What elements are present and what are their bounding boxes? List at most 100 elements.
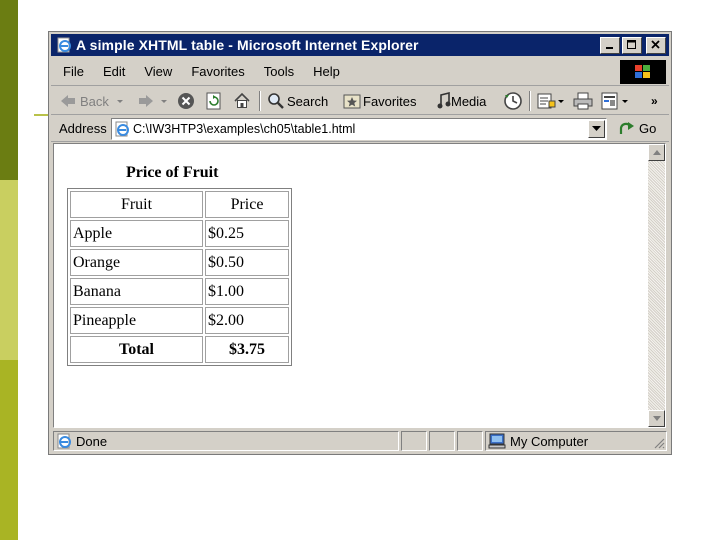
standard-toolbar: Back Search Favorites Media » xyxy=(51,87,669,115)
chevron-down-icon xyxy=(622,100,628,103)
mail-button[interactable] xyxy=(537,91,565,111)
address-bar: Address C:\IW3HTP3\examples\ch05\table1.… xyxy=(51,116,669,142)
go-arrow-icon xyxy=(619,122,634,134)
address-value: C:\IW3HTP3\examples\ch05\table1.html xyxy=(133,122,356,136)
edit-button[interactable] xyxy=(601,91,629,111)
total-label: Total xyxy=(70,336,203,363)
status-text: Done xyxy=(76,433,108,449)
menu-tools[interactable]: Tools xyxy=(264,64,294,79)
forward-button[interactable] xyxy=(137,91,169,111)
toolbar-separator xyxy=(259,91,261,111)
mail-icon xyxy=(537,93,556,109)
arrow-up-icon xyxy=(652,150,661,155)
favorites-button[interactable]: Favorites xyxy=(343,91,416,111)
home-icon xyxy=(234,92,250,108)
scroll-up-button[interactable] xyxy=(648,144,665,161)
print-icon xyxy=(573,92,593,110)
refresh-icon xyxy=(206,92,221,110)
menu-file[interactable]: File xyxy=(63,64,84,79)
price-cell: $0.25 xyxy=(205,220,289,247)
minimize-button[interactable] xyxy=(600,36,620,54)
forward-arrow-icon xyxy=(139,95,153,107)
stop-button[interactable] xyxy=(177,91,195,111)
chevron-down-icon xyxy=(592,126,601,131)
print-button[interactable] xyxy=(573,91,593,111)
minimize-icon xyxy=(606,47,613,49)
menu-edit[interactable]: Edit xyxy=(103,64,125,79)
slide-decoration-bar xyxy=(0,360,18,540)
price-table: Fruit Price Apple $0.25 Orange $0.50 Ban… xyxy=(67,188,292,366)
stop-icon xyxy=(178,93,194,109)
table-row: Orange $0.50 xyxy=(70,249,289,276)
table-caption: Price of Fruit xyxy=(126,164,219,181)
slide-decoration-bar xyxy=(0,0,18,180)
title-bar[interactable]: A simple XHTML table - Microsoft Interne… xyxy=(51,34,669,56)
menu-view[interactable]: View xyxy=(144,64,172,79)
windows-logo-icon xyxy=(620,60,666,84)
media-label: Media xyxy=(451,93,487,109)
column-header-fruit: Fruit xyxy=(70,191,203,218)
edit-page-icon xyxy=(601,92,618,110)
status-pane: Done xyxy=(53,431,399,451)
address-input[interactable]: C:\IW3HTP3\examples\ch05\table1.html xyxy=(111,118,607,140)
status-pane xyxy=(429,431,455,451)
resize-grip-icon[interactable] xyxy=(653,437,665,449)
slide-decoration-bar xyxy=(0,180,18,360)
fruit-cell: Orange xyxy=(70,249,203,276)
window-title: A simple XHTML table - Microsoft Interne… xyxy=(76,37,419,53)
media-button[interactable]: Media xyxy=(437,91,486,111)
column-header-price: Price xyxy=(205,191,289,218)
menu-bar: File Edit View Favorites Tools Help xyxy=(51,58,669,86)
go-label: Go xyxy=(639,120,657,136)
back-arrow-icon xyxy=(61,95,75,107)
price-cell: $0.50 xyxy=(205,249,289,276)
maximize-button[interactable] xyxy=(622,36,642,54)
close-button[interactable] xyxy=(646,36,666,54)
address-label: Address xyxy=(59,121,107,136)
status-bar: Done My Computer xyxy=(51,430,669,452)
arrow-down-icon xyxy=(652,416,661,421)
table-row: Banana $1.00 xyxy=(70,278,289,305)
favorites-star-icon xyxy=(343,94,361,109)
favorites-label: Favorites xyxy=(363,93,417,109)
search-button[interactable]: Search xyxy=(267,91,328,111)
table-header-row: Fruit Price xyxy=(70,191,289,218)
ie-page-icon xyxy=(115,121,129,137)
ie-page-icon xyxy=(57,433,71,449)
zone-text: My Computer xyxy=(510,433,589,449)
price-cell: $2.00 xyxy=(205,307,289,334)
chevron-down-icon xyxy=(161,100,167,103)
total-value: $3.75 xyxy=(205,336,289,363)
toolbar-more-label: » xyxy=(651,94,658,108)
history-icon xyxy=(504,92,522,110)
browser-window: A simple XHTML table - Microsoft Interne… xyxy=(48,31,672,455)
chevron-down-icon xyxy=(558,100,564,103)
table-footer-row: Total $3.75 xyxy=(70,336,289,363)
toolbar-separator xyxy=(529,91,531,111)
back-button[interactable]: Back xyxy=(59,91,125,111)
menu-help[interactable]: Help xyxy=(313,64,340,79)
page-content: Price of Fruit Fruit Price Apple $0.25 O… xyxy=(53,143,666,428)
refresh-button[interactable] xyxy=(205,91,223,111)
vertical-scrollbar[interactable] xyxy=(648,144,665,427)
table-row: Pineapple $2.00 xyxy=(70,307,289,334)
go-button[interactable]: Go xyxy=(619,120,656,136)
fruit-cell: Pineapple xyxy=(70,307,203,334)
zone-pane: My Computer xyxy=(485,431,667,451)
scroll-down-button[interactable] xyxy=(648,410,665,427)
address-dropdown-button[interactable] xyxy=(588,120,605,138)
fruit-cell: Banana xyxy=(70,278,203,305)
price-cell: $1.00 xyxy=(205,278,289,305)
table-row: Apple $0.25 xyxy=(70,220,289,247)
status-pane xyxy=(457,431,483,451)
menu-favorites[interactable]: Favorites xyxy=(191,64,244,79)
fruit-cell: Apple xyxy=(70,220,203,247)
status-pane xyxy=(401,431,427,451)
my-computer-icon xyxy=(488,433,506,449)
history-button[interactable] xyxy=(503,91,523,111)
home-button[interactable] xyxy=(233,91,251,111)
toolbar-overflow-button[interactable]: » xyxy=(651,91,658,111)
chevron-down-icon xyxy=(116,100,123,103)
search-icon xyxy=(268,93,284,109)
back-label: Back xyxy=(80,93,109,109)
